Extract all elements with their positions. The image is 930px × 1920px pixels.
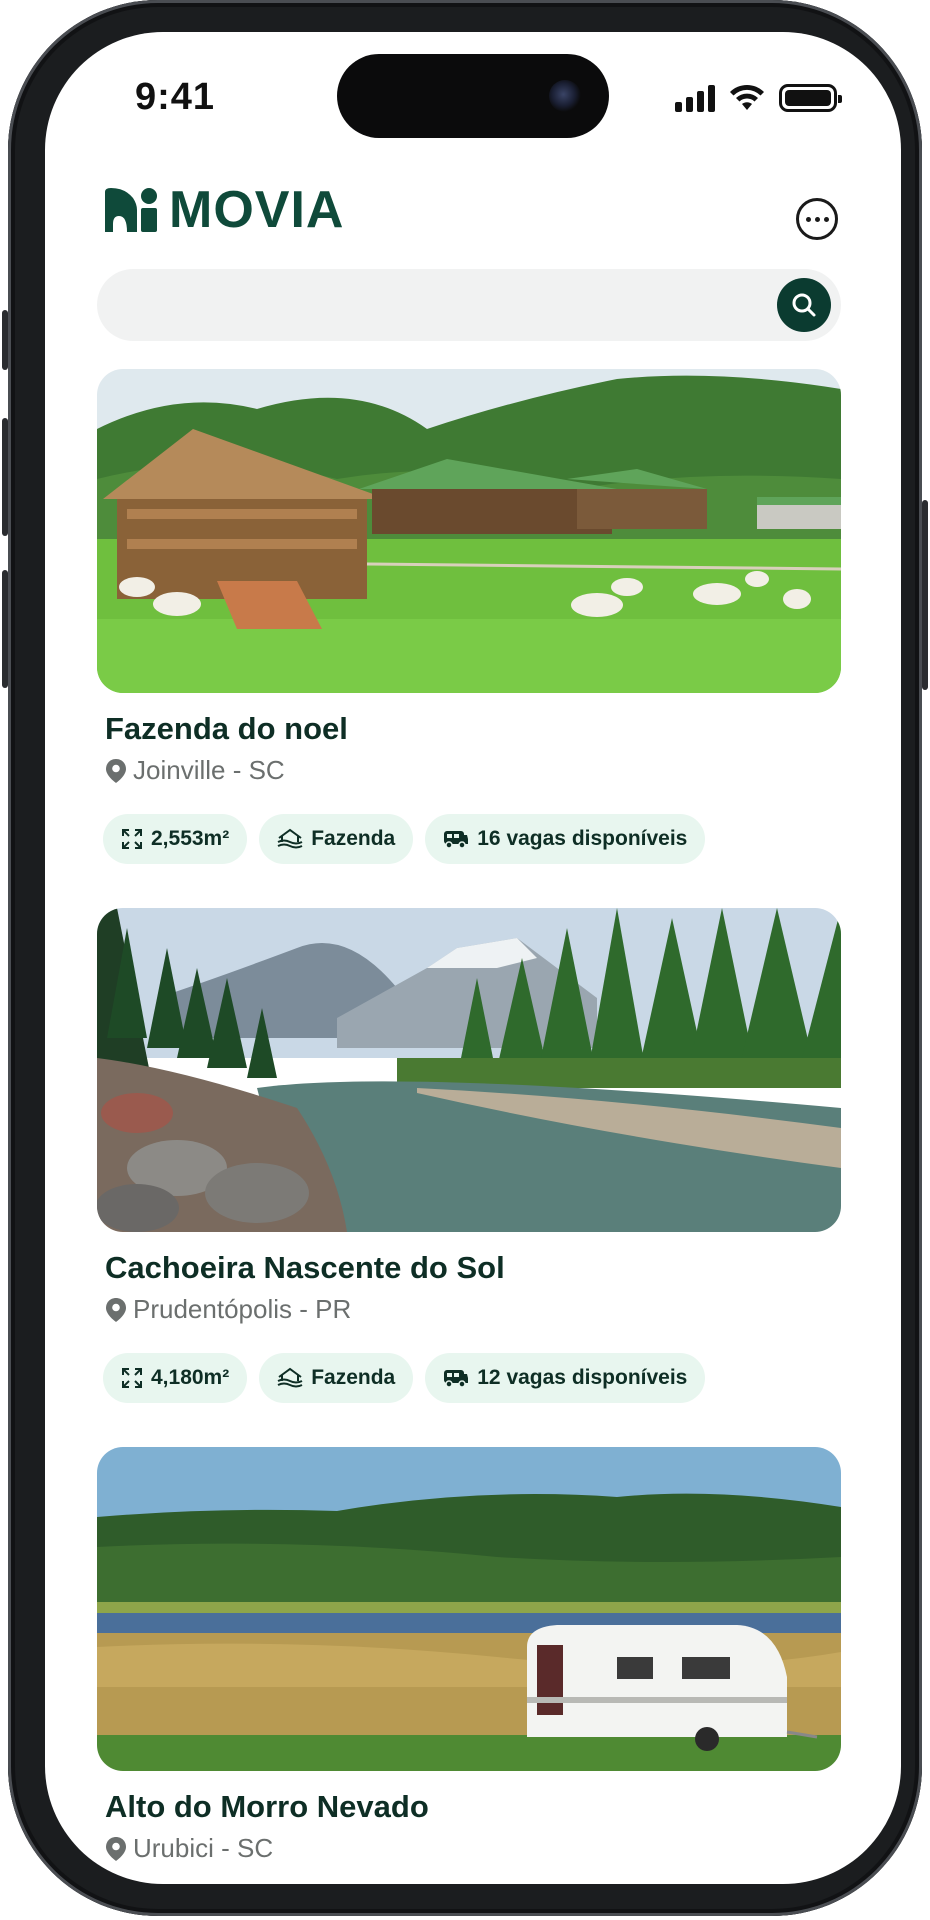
expand-icon (122, 1368, 142, 1388)
listing-location: Prudentópolis - PR (105, 1294, 351, 1325)
expand-icon (122, 829, 142, 849)
listing-card[interactable]: Alto do Morro Nevado Urubici - SC (97, 1447, 841, 1863)
type-chip: Fazenda (259, 1353, 414, 1403)
app-name: MOVIA (169, 181, 345, 239)
dynamic-island (337, 54, 609, 138)
volume-down-button (2, 570, 8, 688)
location-text: Joinville - SC (133, 755, 285, 785)
camper-van-icon (444, 831, 469, 849)
vacancies-text: 16 vagas disponíveis (477, 827, 688, 850)
phone-frame: 9:41 MOVIA Fazenda do noel Joinville - S… (2, 0, 928, 1916)
status-time: 9:41 (135, 76, 216, 118)
location-pin-icon (106, 1836, 126, 1861)
more-options-button[interactable] (796, 198, 838, 240)
listing-location: Joinville - SC (105, 755, 285, 786)
listing-title[interactable]: Alto do Morro Nevado (105, 1789, 429, 1825)
power-button (922, 500, 928, 690)
vacancies-text: 12 vagas disponíveis (477, 1366, 688, 1389)
caravan-by-lake-photo[interactable] (97, 1447, 841, 1771)
search-icon (792, 293, 816, 317)
type-text: Fazenda (311, 1366, 396, 1389)
battery-icon (779, 84, 842, 112)
app-logo: MOVIA (103, 180, 344, 240)
status-bar: 9:41 (45, 32, 901, 162)
farm-with-goats-photo[interactable] (97, 369, 841, 693)
farm-icon (277, 1367, 303, 1388)
status-icons (675, 84, 842, 112)
listing-title[interactable]: Fazenda do noel (105, 711, 348, 747)
location-pin-icon (106, 758, 126, 783)
mountain-river-photo[interactable] (97, 908, 841, 1232)
area-chip: 4,180m² (103, 1353, 248, 1403)
area-chip: 2,553m² (103, 814, 248, 864)
listing-card[interactable]: Cachoeira Nascente do Sol Prudentópolis … (97, 908, 841, 1403)
listing-location: Urubici - SC (105, 1833, 273, 1864)
search-bar (97, 269, 841, 341)
search-input[interactable] (125, 269, 745, 341)
type-text: Fazenda (311, 827, 396, 850)
wifi-icon (730, 84, 764, 110)
type-chip: Fazenda (259, 814, 414, 864)
listing-title[interactable]: Cachoeira Nascente do Sol (105, 1250, 505, 1286)
listing-tags: 4,180m² Fazenda 12 vagas disponíveis (103, 1353, 706, 1403)
location-text: Urubici - SC (133, 1833, 274, 1863)
search-button[interactable] (777, 278, 831, 332)
area-text: 2,553m² (151, 827, 230, 850)
screen: 9:41 MOVIA Fazenda do noel Joinville - S… (45, 32, 901, 1884)
camera-lens (549, 80, 581, 112)
location-text: Prudentópolis - PR (133, 1294, 352, 1324)
listing-card[interactable]: Fazenda do noel Joinville - SC 2,553m² F… (97, 369, 841, 864)
farm-icon (277, 828, 303, 849)
camper-van-icon (444, 1370, 469, 1388)
action-button (2, 310, 8, 370)
vacancies-chip: 12 vagas disponíveis (425, 1353, 706, 1403)
vacancies-chip: 16 vagas disponíveis (425, 814, 706, 864)
location-pin-icon (106, 1297, 126, 1322)
listing-tags: 2,553m² Fazenda 16 vagas disponíveis (103, 814, 706, 864)
movia-logo-icon (105, 188, 157, 232)
area-text: 4,180m² (151, 1366, 230, 1389)
volume-up-button (2, 418, 8, 536)
cellular-signal-icon (675, 84, 715, 112)
